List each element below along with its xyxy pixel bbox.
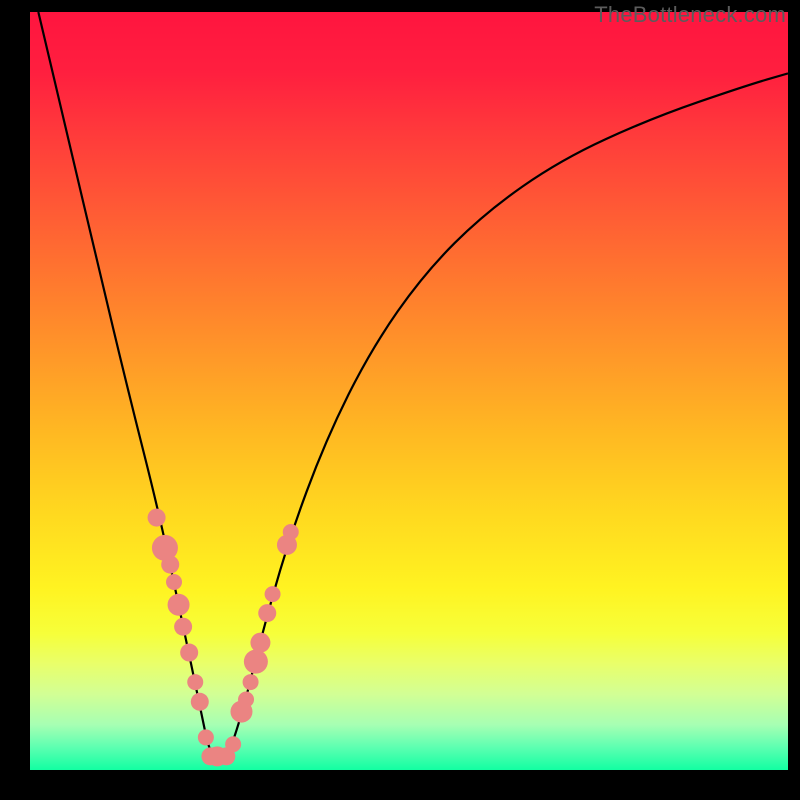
data-marker [180,644,198,662]
watermark-text: TheBottleneck.com [594,2,786,28]
data-marker [265,586,281,602]
data-markers [148,509,299,767]
data-marker [238,692,254,708]
data-marker [166,574,182,590]
data-marker [243,674,259,690]
chart-stage: TheBottleneck.com [0,0,800,800]
data-marker [174,618,192,636]
data-marker [161,556,179,574]
bottleneck-curve [38,12,788,759]
data-marker [258,604,276,622]
data-marker [148,509,166,527]
chart-svg [30,12,788,770]
data-marker [191,693,209,711]
data-marker [168,594,190,616]
data-marker [187,674,203,690]
data-marker [198,729,214,745]
data-marker [283,524,299,540]
data-marker [250,633,270,653]
data-marker [225,736,241,752]
plot-area [30,12,788,770]
data-marker [244,650,268,674]
